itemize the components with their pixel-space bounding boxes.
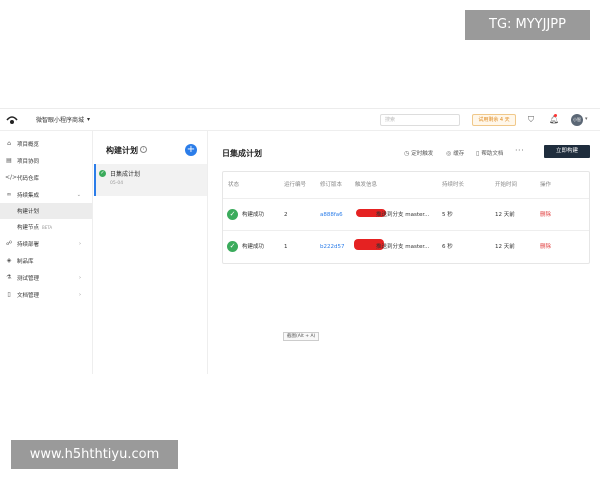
timer-trigger-button[interactable]: ◷ 定时触发 (404, 149, 434, 158)
sidebar-item-overview[interactable]: ⌂ 项目概览 (0, 135, 92, 152)
chevron-down-icon[interactable]: ▾ (585, 116, 588, 122)
sidebar-item-build-plans[interactable]: 构建计划 (0, 203, 92, 219)
team-icon: ▤ (6, 157, 12, 164)
project-name: 微智眼小程序商城 (36, 117, 85, 124)
sidebar-item-ci[interactable]: ∞ 持续集成 ⌄ (0, 186, 92, 203)
sidebar: ⌂ 项目概览 ▤ 项目协同 </> 代码仓库 ∞ 持续集成 ⌄ 构建计划 构建节… (0, 131, 93, 374)
infinity-icon: ∞ (6, 191, 12, 198)
trigger-info: 推送到分支 master... (376, 212, 430, 218)
package-icon: ◈ (6, 257, 12, 264)
cache-icon: ◎ (446, 149, 452, 157)
list-item[interactable]: ✓ 日集成计划 05-04 (94, 164, 207, 196)
sidebar-item-label: 持续集成 (17, 192, 40, 199)
build-plan-list-panel: 构建计划 i + ✓ 日集成计划 05-04 (94, 131, 208, 374)
sidebar-item-cd[interactable]: ☍ 持续部署 › (0, 235, 92, 252)
trial-badge[interactable]: 试用剩余 4 天 (472, 114, 516, 126)
info-icon[interactable]: i (140, 146, 147, 153)
chevron-down-icon: ⌄ (76, 191, 81, 198)
beta-badge: BETA (42, 224, 53, 230)
logo-icon[interactable] (6, 115, 18, 125)
column-header: 操作 (540, 182, 552, 188)
delete-button[interactable]: 删除 (540, 243, 551, 251)
duration: 6 秒 (442, 244, 453, 250)
code-icon: </> (5, 174, 18, 181)
start-time: 12 天前 (495, 212, 515, 218)
delete-button[interactable]: 删除 (540, 211, 551, 219)
deploy-icon: ☍ (5, 240, 13, 247)
chevron-right-icon: › (79, 240, 81, 247)
commit-link[interactable]: b222d57 (320, 243, 344, 251)
sidebar-item-build-nodes[interactable]: 构建节点 BETA (0, 219, 92, 235)
build-now-button[interactable]: 立即构建 (544, 145, 590, 158)
doc-icon: ▯ (7, 291, 11, 298)
column-header: 开始时间 (495, 182, 518, 188)
check-circle-icon: ✓ (227, 241, 238, 252)
sidebar-item-label: 测试管理 (17, 275, 40, 282)
column-header: 修订版本 (320, 182, 343, 188)
sidebar-item-label: 文档管理 (17, 292, 40, 299)
shield-icon[interactable]: ⛉ (528, 115, 534, 125)
duration: 5 秒 (442, 212, 453, 218)
timer-trigger-label: 定时触发 (411, 151, 434, 157)
run-number: 2 (284, 212, 288, 218)
test-icon: ⚗ (6, 274, 12, 281)
sidebar-item-label: 构建计划 (17, 209, 40, 215)
sidebar-item-label: 代码仓库 (17, 175, 40, 182)
sidebar-item-label: 构建节点 (17, 225, 40, 231)
sidebar-item-artifacts[interactable]: ◈ 制品库 (0, 252, 92, 269)
start-time: 12 天前 (495, 244, 515, 250)
sidebar-item-label: 项目协同 (17, 158, 40, 165)
help-docs-label: 帮助文档 (481, 151, 504, 157)
table-row[interactable]: ✓ 构建成功 1 b222d57 推送到分支 master... 6 秒 12 … (223, 231, 589, 263)
chevron-down-icon: ▾ (87, 116, 91, 123)
sidebar-item-docs[interactable]: ▯ 文档管理 › (0, 286, 92, 303)
plan-date: 05-04 (110, 181, 124, 186)
sidebar-item-testing[interactable]: ⚗ 测试管理 › (0, 269, 92, 286)
telegram-watermark: TG: MYYJJPP (465, 10, 590, 40)
clock-icon: ◷ (404, 149, 410, 157)
site-watermark: www.h5hthtiyu.com (11, 440, 178, 469)
column-header: 触发信息 (355, 182, 378, 188)
column-header: 状态 (228, 182, 240, 188)
sidebar-item-collaboration[interactable]: ▤ 项目协同 (0, 152, 92, 169)
search-input[interactable]: 搜索 (380, 114, 460, 126)
top-header: 微智眼小程序商城 ▾ 搜索 试用剩余 4 天 ⛉ 🔔︎ 小智 ▾ (0, 109, 600, 131)
table-row[interactable]: ✓ 构建成功 2 a888fa6 推送到分支 master... 5 秒 12 … (223, 199, 589, 231)
sidebar-item-label: 项目概览 (17, 141, 40, 148)
sidebar-item-label: 持续部署 (17, 241, 40, 248)
sidebar-item-label: 制品库 (17, 258, 34, 265)
notification-dot (554, 114, 557, 117)
screenshot-tooltip: 截图(Alt + A) (283, 332, 320, 341)
build-runs-table: 状态 运行编号 修订版本 触发信息 持续时长 开始时间 操作 ✓ 构建成功 2 … (222, 171, 590, 264)
column-header: 持续时长 (442, 182, 465, 188)
more-options-icon[interactable]: ··· (515, 146, 524, 155)
trigger-info: 推送到分支 master... (376, 244, 430, 250)
main-content: 日集成计划 ◷ 定时触发 ◎ 缓存 ▯ 帮助文档 ··· 立即构建 状态 运行编… (208, 131, 600, 374)
help-docs-button[interactable]: ▯ 帮助文档 (476, 149, 504, 158)
page-title: 日集成计划 (222, 149, 262, 158)
home-icon: ⌂ (7, 140, 11, 147)
sidebar-item-repo[interactable]: </> 代码仓库 (0, 169, 92, 186)
status-text: 构建成功 (242, 244, 265, 250)
cache-label: 缓存 (453, 151, 465, 157)
commit-link[interactable]: a888fa6 (320, 211, 343, 219)
table-header: 状态 运行编号 修订版本 触发信息 持续时长 开始时间 操作 (223, 172, 589, 199)
chevron-right-icon: › (79, 291, 81, 298)
avatar[interactable]: 小智 (571, 114, 583, 126)
cache-button[interactable]: ◎ 缓存 (446, 149, 465, 158)
chevron-right-icon: › (79, 274, 81, 281)
panel-title: 构建计划 (106, 146, 138, 155)
document-icon: ▯ (476, 149, 480, 157)
check-circle-icon: ✓ (99, 170, 106, 177)
status-text: 构建成功 (242, 212, 265, 218)
check-circle-icon: ✓ (227, 209, 238, 220)
add-plan-button[interactable]: + (185, 144, 197, 156)
plan-name: 日集成计划 (110, 171, 141, 178)
column-header: 运行编号 (284, 182, 307, 188)
run-number: 1 (284, 244, 288, 250)
project-switcher[interactable]: 微智眼小程序商城 ▾ (36, 115, 90, 124)
